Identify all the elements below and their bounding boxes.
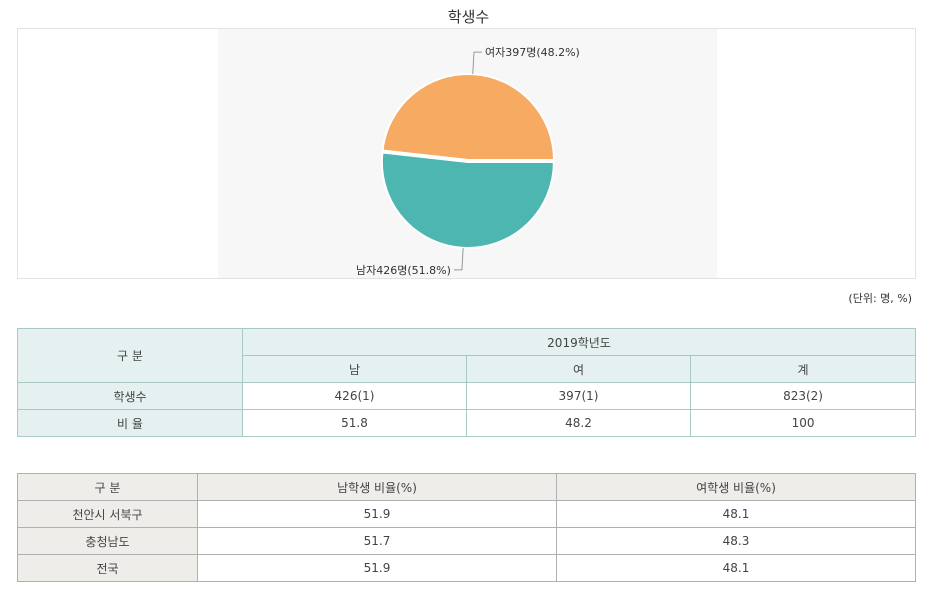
- table2-row-label: 천안시 서북구: [17, 500, 198, 528]
- table2-cell: 51.7: [197, 527, 557, 555]
- table2-header-male-ratio: 남학생 비율(%): [197, 473, 557, 501]
- pie-leader-line: [453, 247, 464, 271]
- table1-header-female: 여: [466, 355, 691, 383]
- table2-header-category: 구 분: [17, 473, 198, 501]
- table1-cell: 823(2): [689, 382, 917, 410]
- table1-cell: 51.8: [242, 409, 467, 437]
- table2-cell: 51.9: [197, 500, 557, 528]
- unit-note: (단위: 명, %): [848, 292, 912, 305]
- pie-chart: 여자397명(48.2%) 남자426명(51.8%): [356, 46, 580, 277]
- chart-container: 여자397명(48.2%) 남자426명(51.8%): [17, 28, 916, 279]
- table-row: 학생수 426(1) 397(1) 823(2): [17, 382, 917, 410]
- table2-row-label: 전국: [17, 554, 198, 582]
- pie-slice-label: 여자397명(48.2%): [485, 46, 580, 59]
- table2-header-female-ratio: 여학생 비율(%): [556, 473, 916, 501]
- table1-header-total: 계: [689, 355, 917, 383]
- table1-header-category: 구 분: [17, 328, 243, 383]
- table1-cell: 426(1): [242, 382, 467, 410]
- table2-row-label: 충청남도: [17, 527, 198, 555]
- chart-title: 학생수: [447, 8, 490, 26]
- student-count-table: 구 분 2019학년도 남 여 계 학생수 426(1) 397(1) 823(…: [17, 328, 917, 437]
- table1-cell: 100: [689, 409, 917, 437]
- table1-cell: 48.2: [466, 409, 691, 437]
- table1-header-year: 2019학년도: [241, 328, 917, 356]
- table1-row-label: 학생수: [17, 382, 243, 410]
- table2-cell: 48.1: [556, 554, 916, 582]
- pie-leader-line: [472, 51, 482, 75]
- gender-ratio-comparison-table: 구 분 남학생 비율(%) 여학생 비율(%) 천안시 서북구 51.9 48.…: [17, 473, 916, 582]
- table1-row-label: 비 율: [17, 409, 243, 437]
- table2-cell: 48.3: [556, 527, 916, 555]
- pie-slice-female: [381, 73, 556, 161]
- table2-cell: 48.1: [556, 500, 916, 528]
- table-row: 천안시 서북구 51.9 48.1: [17, 500, 916, 528]
- table1-cell: 397(1): [466, 382, 691, 410]
- table-row: 비 율 51.8 48.2 100: [17, 409, 917, 437]
- table2-cell: 51.9: [197, 554, 557, 582]
- pie-slice-male: [380, 151, 555, 249]
- table1-header-male: 남: [242, 355, 467, 383]
- pie-slice-label: 남자426명(51.8%): [356, 264, 451, 277]
- table-row: 전국 51.9 48.1: [17, 554, 916, 582]
- table-row: 충청남도 51.7 48.3: [17, 527, 916, 555]
